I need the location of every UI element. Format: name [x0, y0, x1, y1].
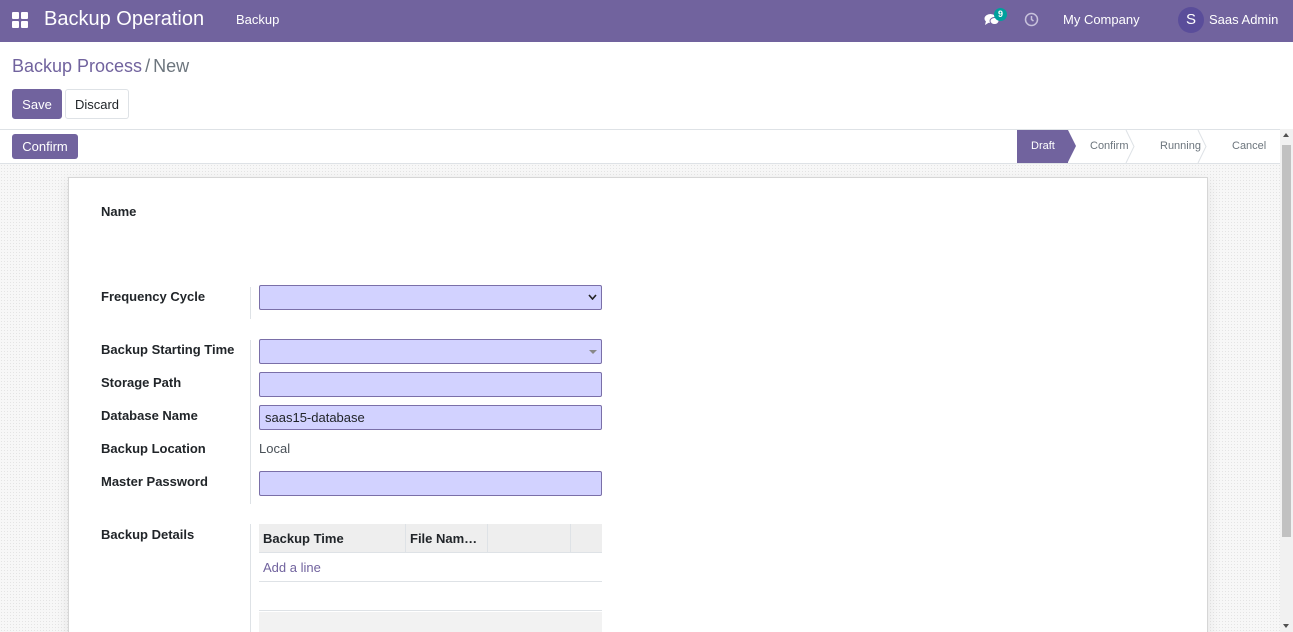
stage-draft[interactable]: Draft — [1017, 130, 1076, 163]
apps-grid-icon[interactable] — [12, 12, 29, 29]
clock-icon[interactable] — [1024, 12, 1039, 30]
frequency-cycle-label: Frequency Cycle — [101, 289, 206, 304]
vertical-scrollbar[interactable] — [1280, 129, 1293, 632]
app-title[interactable]: Backup Operation — [44, 8, 204, 31]
stage-pipeline: Draft Confirm Running Cancel — [1017, 130, 1280, 163]
chevron-down-icon — [588, 294, 597, 300]
separator-line — [250, 340, 251, 504]
breadcrumb-current: New — [153, 56, 190, 76]
scroll-down-icon[interactable] — [1283, 624, 1289, 628]
stage-running[interactable]: Running — [1138, 130, 1210, 163]
separator-line — [250, 287, 251, 319]
status-bar: Confirm Draft Confirm Running Cancel — [0, 129, 1280, 164]
stage-label: Draft — [1031, 140, 1055, 152]
backup-starting-time-label: Backup Starting Time — [101, 342, 235, 357]
company-switcher[interactable]: My Company — [1063, 12, 1140, 27]
caret-down-icon — [589, 350, 597, 354]
menu-item-backup[interactable]: Backup — [236, 12, 279, 27]
form-sheet: Name Frequency Cycle Backup Starting Tim… — [68, 177, 1208, 632]
name-label: Name — [101, 204, 137, 219]
storage-path-label: Storage Path — [101, 375, 182, 390]
backup-starting-time-input[interactable] — [259, 339, 602, 364]
add-line-link[interactable]: Add a line — [259, 554, 602, 582]
column-header[interactable] — [488, 524, 571, 553]
stage-chevron — [1197, 130, 1207, 163]
backup-details-label: Backup Details — [101, 527, 195, 542]
column-header-file-name[interactable]: File Nam… — [406, 524, 488, 553]
database-name-input[interactable]: saas15-database — [259, 405, 602, 430]
top-navbar: Backup Operation Backup 9 My Company S S… — [0, 0, 1293, 42]
table-row — [259, 583, 602, 611]
stage-arrow — [1068, 130, 1076, 162]
discard-button[interactable]: Discard — [65, 89, 129, 119]
avatar[interactable]: S — [1178, 7, 1204, 33]
stage-confirm[interactable]: Confirm — [1068, 130, 1138, 163]
backup-location-label: Backup Location — [101, 441, 206, 456]
messages-badge: 9 — [994, 8, 1008, 21]
breadcrumb: Backup Process / New — [12, 56, 189, 77]
table-footer — [259, 612, 602, 632]
database-name-label: Database Name — [101, 408, 198, 423]
stage-chevron — [1125, 130, 1135, 163]
name-field[interactable] — [101, 228, 1101, 252]
breadcrumb-parent[interactable]: Backup Process — [12, 56, 142, 76]
master-password-input[interactable] — [259, 471, 602, 496]
save-button[interactable]: Save — [12, 89, 62, 119]
column-header — [571, 524, 602, 553]
backup-details-table: Backup Time File Nam… Add a line — [259, 524, 602, 632]
column-header-backup-time[interactable]: Backup Time — [259, 524, 406, 553]
confirm-button[interactable]: Confirm — [12, 134, 78, 159]
breadcrumb-separator: / — [145, 56, 151, 76]
user-menu[interactable]: Saas Admin — [1209, 12, 1278, 27]
master-password-label: Master Password — [101, 474, 208, 489]
scrollbar-thumb[interactable] — [1282, 145, 1291, 537]
stage-cancel[interactable]: Cancel — [1210, 130, 1280, 163]
separator-line — [250, 524, 251, 632]
stage-label: Cancel — [1232, 140, 1267, 152]
table-header: Backup Time File Nam… — [259, 524, 602, 553]
storage-path-input[interactable] — [259, 372, 602, 397]
frequency-cycle-select[interactable] — [259, 285, 602, 310]
backup-location-value: Local — [259, 441, 291, 456]
scroll-up-icon[interactable] — [1283, 133, 1289, 137]
